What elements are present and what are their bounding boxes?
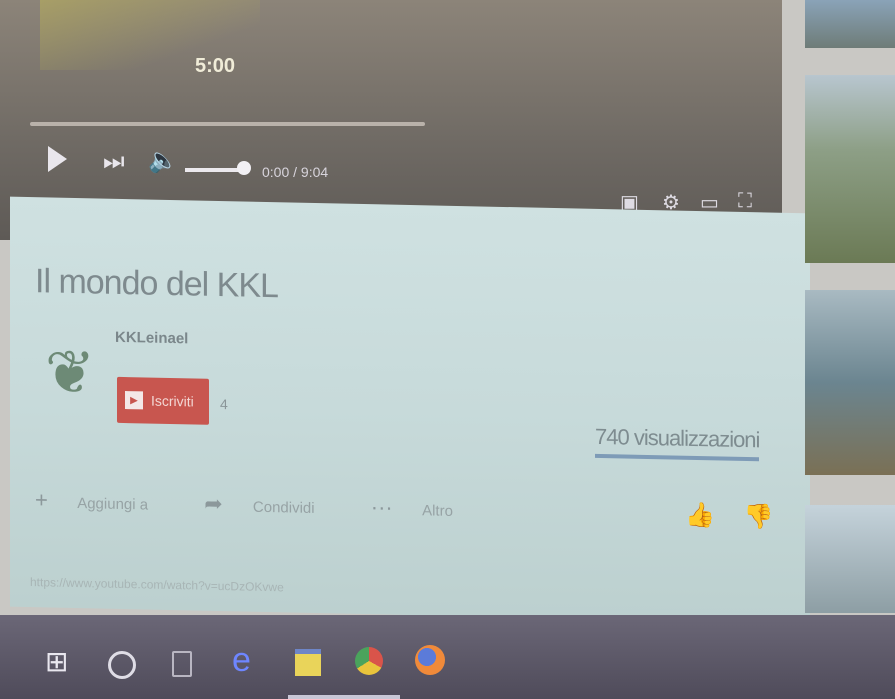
firefox-icon[interactable] (415, 645, 445, 675)
skip-next-icon[interactable]: ⏭ (103, 148, 125, 176)
chrome-icon[interactable] (355, 647, 383, 675)
fullscreen-icon[interactable]: ⛶ (738, 190, 752, 213)
action-bar: + Aggiungi a ➦ Condividi ··· Altro (35, 487, 505, 523)
time-display: 0:00 / 9:04 (262, 164, 329, 180)
screen: 5:00 ⏭ 🔈 0:00 / 9:04 ▣ ⚙ ▭ ⛶ Il mondo de… (0, 0, 895, 699)
like-icon[interactable]: 👍 (685, 502, 715, 530)
file-explorer-icon[interactable] (295, 649, 321, 676)
volume-slider-knob[interactable] (237, 161, 251, 175)
channel-avatar[interactable]: ❦ (35, 337, 105, 423)
active-app-indicator (288, 695, 400, 699)
related-video-thumbnail[interactable] (805, 0, 895, 48)
play-icon[interactable] (48, 146, 67, 172)
view-count: 740 visualizzazioni (595, 423, 760, 462)
subscriber-count: 4 (220, 396, 228, 413)
cortana-icon[interactable] (108, 651, 136, 679)
more-button[interactable]: ··· Altro (371, 494, 479, 520)
edge-icon[interactable]: e (232, 641, 251, 680)
video-overlay-time: 5:00 (195, 55, 236, 77)
rating-bar: 👍 👎 (685, 501, 773, 532)
subscribe-icon: ▶ (125, 391, 143, 410)
plus-icon: + (35, 487, 48, 513)
add-to-button[interactable]: + Aggiungi a (35, 487, 174, 514)
more-icon: ··· (370, 494, 393, 520)
share-button[interactable]: ➦ Condividi (204, 491, 340, 518)
related-video-thumbnail[interactable] (805, 290, 895, 475)
taskbar: ⊞ e (0, 615, 895, 699)
related-video-thumbnail[interactable] (805, 505, 895, 613)
status-url: https://www.youtube.com/watch?v=ucDzOKvw… (30, 575, 284, 595)
share-icon: ➦ (204, 490, 223, 517)
video-info-panel: Il mondo del KKL ❦ KKLeinael ▶ Iscriviti… (10, 196, 810, 624)
player-controls: ⏭ 🔈 0:00 / 9:04 ▣ ⚙ ▭ ⛶ (0, 140, 782, 214)
windows-start-icon[interactable]: ⊞ (45, 645, 68, 678)
task-view-icon[interactable] (172, 651, 192, 677)
subscribe-button[interactable]: ▶ Iscriviti (117, 376, 209, 425)
volume-slider[interactable] (185, 168, 245, 172)
video-title: Il mondo del KKL (35, 262, 278, 306)
dislike-icon[interactable]: 👎 (744, 503, 774, 531)
related-video-thumbnail[interactable] (805, 75, 895, 263)
subscribe-label: Iscriviti (151, 392, 194, 410)
volume-icon[interactable]: 🔈 (148, 146, 178, 175)
progress-bar[interactable] (30, 122, 425, 126)
channel-name[interactable]: KKLeinael (115, 329, 188, 348)
